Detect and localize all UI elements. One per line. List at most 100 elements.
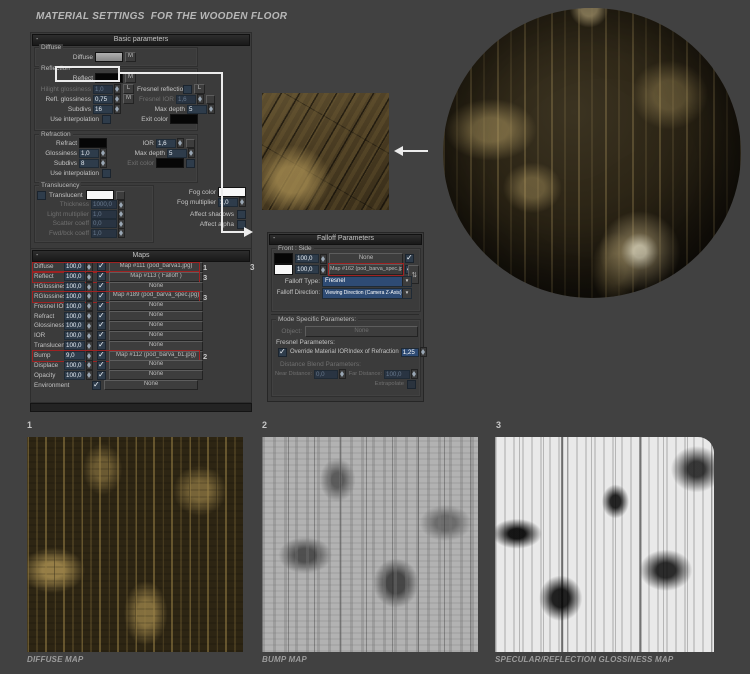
refl-glossiness-field[interactable]: 0,75	[93, 95, 113, 104]
spinner[interactable]	[177, 138, 184, 148]
collapse-icon[interactable]: -	[36, 251, 38, 260]
map-button[interactable]: None	[104, 380, 198, 390]
map-button[interactable]: None	[109, 321, 203, 331]
spinner[interactable]	[86, 282, 93, 292]
spinner[interactable]	[239, 197, 246, 207]
diffuse-color-swatch[interactable]	[95, 52, 123, 62]
falloff-type-dropdown[interactable]: Fresnel ▼	[322, 276, 412, 287]
map-enable-checkbox[interactable]: ✓	[97, 341, 106, 350]
subdivs-field[interactable]: 16	[93, 105, 113, 114]
scatter-coeff-field[interactable]: 0,0	[91, 219, 117, 228]
map-button[interactable]: None	[109, 311, 203, 321]
hilight-glossiness-field[interactable]: 1,0	[93, 85, 113, 94]
translucent-color-swatch[interactable]	[86, 190, 114, 200]
map-button[interactable]: None	[109, 282, 203, 292]
far-distance-field[interactable]: 100,0	[384, 370, 410, 379]
hilight-lock-button[interactable]: L	[123, 84, 134, 94]
spinner[interactable]	[197, 94, 204, 104]
rollout-header-falloff[interactable]: - Falloff Parameters	[269, 234, 422, 245]
spinner[interactable]	[100, 158, 107, 168]
spinner[interactable]	[86, 291, 93, 301]
spinner[interactable]	[86, 262, 93, 272]
map-enable-checkbox[interactable]: ✓	[97, 361, 106, 370]
map-enable-checkbox[interactable]: ✓	[97, 371, 106, 380]
spinner[interactable]	[86, 272, 93, 282]
map-enable-checkbox[interactable]: ✓	[97, 331, 106, 340]
collapsed-rollout-bar[interactable]	[30, 403, 252, 412]
spinner[interactable]	[86, 321, 93, 331]
map-amount-field[interactable]: 100,0	[64, 292, 85, 301]
near-distance-field[interactable]: 0,0	[314, 370, 338, 379]
side-amount-field[interactable]: 100,0	[295, 265, 319, 274]
translucent-checkbox[interactable]	[37, 191, 46, 200]
glossiness-field[interactable]: 1,0	[79, 149, 99, 158]
extrapolate-checkbox[interactable]	[407, 380, 416, 389]
map-amount-field[interactable]: 100,0	[64, 361, 85, 370]
spinner[interactable]	[86, 331, 93, 341]
side-color-swatch[interactable]	[274, 264, 293, 275]
map-amount-field[interactable]: 100,0	[64, 302, 85, 311]
spinner[interactable]	[86, 370, 93, 380]
map-button[interactable]: None	[109, 341, 203, 351]
map-enable-checkbox[interactable]: ✓	[97, 321, 106, 330]
map-enable-checkbox[interactable]: ✓	[97, 302, 106, 311]
collapse-icon[interactable]: -	[273, 235, 275, 243]
map-button[interactable]: Map #111 (pod_barva1.jpg)	[109, 262, 203, 272]
spinner[interactable]	[339, 369, 346, 379]
side-map-button[interactable]: Map #162 (pod_barva_spec.jpg)	[329, 264, 403, 275]
fwd-bck-coeff-field[interactable]: 1,0	[91, 229, 117, 238]
fresnel-reflections-checkbox[interactable]	[183, 85, 192, 94]
falloff-direction-dropdown[interactable]: Viewing Direction (Camera Z-Axis) ▼	[322, 288, 412, 299]
map-button[interactable]: None	[109, 370, 203, 380]
map-amount-field[interactable]: 100,0	[64, 262, 85, 271]
thickness-field[interactable]: 1000,0	[91, 200, 117, 209]
spinner[interactable]	[118, 219, 125, 229]
translucent-map-button[interactable]	[116, 191, 125, 200]
spinner[interactable]	[118, 200, 125, 210]
map-button[interactable]: None	[109, 331, 203, 341]
map-button[interactable]: Map #112 (pod_barva_b1.jpg)	[109, 351, 203, 361]
map-button[interactable]: None	[109, 301, 203, 311]
max-depth-field[interactable]: 5	[167, 149, 187, 158]
map-amount-field[interactable]: 100,0	[64, 282, 85, 291]
use-interpolation-checkbox[interactable]	[102, 115, 111, 124]
chevron-down-icon[interactable]: ▼	[402, 277, 411, 286]
spinner[interactable]	[86, 341, 93, 351]
rollout-header-basic[interactable]: - Basic parameters	[32, 34, 250, 46]
front-map-button[interactable]: None	[329, 253, 403, 264]
spinner[interactable]	[86, 311, 93, 321]
map-enable-checkbox[interactable]: ✓	[97, 292, 106, 301]
collapse-icon[interactable]: -	[36, 35, 38, 44]
spinner[interactable]	[86, 301, 93, 311]
exit-color-checkbox[interactable]	[186, 159, 195, 168]
fresnel-lock-button[interactable]: L	[194, 84, 205, 94]
exit-color-swatch[interactable]	[170, 114, 198, 124]
refract-color-swatch[interactable]	[79, 138, 107, 148]
subdivs-field[interactable]: 8	[79, 159, 99, 168]
affect-shadows-checkbox[interactable]	[237, 210, 246, 219]
map-amount-field[interactable]: 100,0	[64, 312, 85, 321]
map-enable-checkbox[interactable]: ✓	[97, 262, 106, 271]
front-enable-checkbox[interactable]: ✓	[405, 254, 414, 263]
exit-color-swatch[interactable]	[156, 158, 184, 168]
map-enable-checkbox[interactable]: ✓	[97, 272, 106, 281]
override-material-ior-checkbox[interactable]: ✓	[278, 348, 287, 357]
fresnel-ior-map-button[interactable]	[206, 95, 215, 104]
map-button[interactable]: Map #113 ( Falloff )	[109, 272, 203, 282]
map-amount-field[interactable]: 100,0	[64, 272, 85, 281]
spinner[interactable]	[188, 148, 195, 158]
object-pick-button[interactable]: None	[305, 326, 418, 337]
map-button[interactable]: Map #189 (pod_barva_spec.jpg)	[109, 291, 203, 301]
spinner[interactable]	[86, 351, 93, 361]
map-amount-field[interactable]: 9,0	[64, 351, 85, 360]
map-enable-checkbox[interactable]: ✓	[92, 381, 101, 390]
rollout-header-maps[interactable]: - Maps	[32, 250, 250, 262]
spinner[interactable]	[114, 104, 121, 114]
spinner[interactable]	[320, 265, 327, 275]
diffuse-map-shortcut-button[interactable]: M	[125, 52, 136, 62]
fresnel-ior-field[interactable]: 1,6	[176, 95, 196, 104]
reflect-map-shortcut-button[interactable]: M	[125, 73, 136, 83]
front-amount-field[interactable]: 100,0	[295, 254, 319, 263]
map-enable-checkbox[interactable]: ✓	[97, 351, 106, 360]
map-amount-field[interactable]: 100,0	[64, 331, 85, 340]
